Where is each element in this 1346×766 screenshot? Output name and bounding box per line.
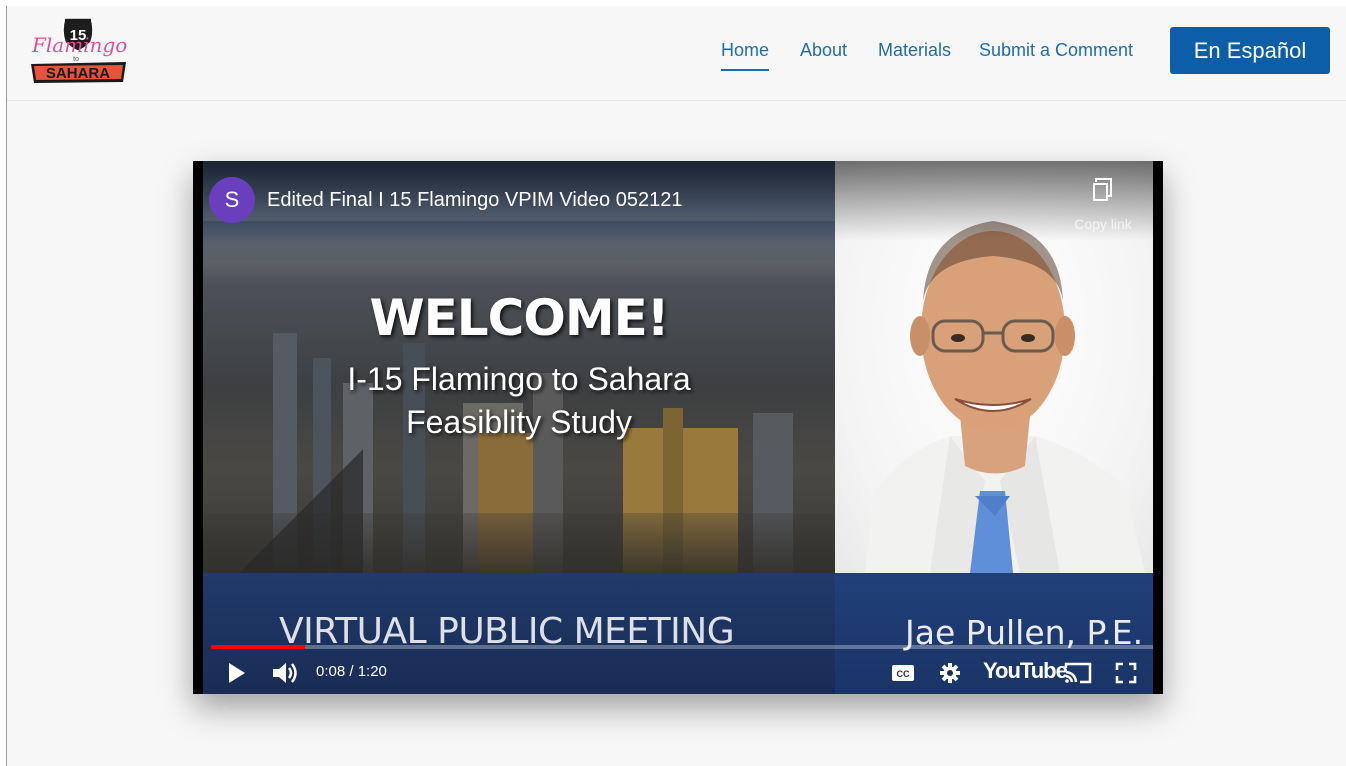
spanish-language-button[interactable]: En Español <box>1170 27 1330 74</box>
slide-subtitle-line2: Feasiblity Study <box>406 404 632 440</box>
logo-block-text: SAHARA <box>46 65 110 82</box>
logo-connector: to <box>73 56 79 63</box>
site-logo[interactable]: 15 Flamingo to SAHARA <box>29 16 129 86</box>
copy-icon <box>1093 178 1112 201</box>
mute-button[interactable] <box>268 655 302 691</box>
play-button[interactable] <box>221 655 251 691</box>
cast-icon <box>1064 662 1092 684</box>
time-display: 0:08 / 1:20 <box>316 663 387 680</box>
play-icon <box>229 663 245 683</box>
copy-link-label: Copy link <box>1074 216 1132 232</box>
video-player[interactable]: WELCOME! I-15 Flamingo to Sahara Feasibl… <box>193 161 1163 694</box>
nav-home[interactable]: Home <box>721 40 770 71</box>
slide-subtitle-line1: I-15 Flamingo to Sahara <box>347 361 691 397</box>
slide-heading: WELCOME! <box>369 289 669 347</box>
channel-avatar[interactable]: S <box>209 177 255 223</box>
slide-subtitle: I-15 Flamingo to Sahara Feasiblity Study <box>203 358 835 444</box>
copy-link-button[interactable]: Copy link <box>1068 177 1138 232</box>
nav-about[interactable]: About <box>800 40 847 61</box>
youtube-logo-link[interactable]: YouTube <box>983 658 1068 684</box>
volume-icon <box>273 663 297 683</box>
fullscreen-icon <box>1115 662 1137 684</box>
letterbox-left <box>193 161 203 694</box>
svg-text:CC: CC <box>897 669 910 679</box>
nav-materials[interactable]: Materials <box>878 40 951 61</box>
nav-submit-comment[interactable]: Submit a Comment <box>979 40 1133 61</box>
page: 15 Flamingo to SAHARA Home About Materia… <box>6 6 1346 766</box>
progress-bar-played <box>211 645 306 649</box>
player-controls: 0:08 / 1:20 CC YouTube <box>193 655 1163 691</box>
closed-captions-icon: CC <box>892 665 914 681</box>
captions-button[interactable]: CC <box>889 655 917 691</box>
letterbox-right <box>1153 161 1163 694</box>
video-title[interactable]: Edited Final I 15 Flamingo VPIM Video 05… <box>267 189 682 212</box>
site-header: 15 Flamingo to SAHARA Home About Materia… <box>7 6 1346 101</box>
progress-bar[interactable] <box>211 645 1153 649</box>
settings-button[interactable] <box>936 655 964 691</box>
cast-button[interactable] <box>1061 655 1095 691</box>
logo-script-text: Flamingo <box>31 33 127 57</box>
fullscreen-button[interactable] <box>1111 655 1141 691</box>
gear-icon <box>940 663 960 683</box>
